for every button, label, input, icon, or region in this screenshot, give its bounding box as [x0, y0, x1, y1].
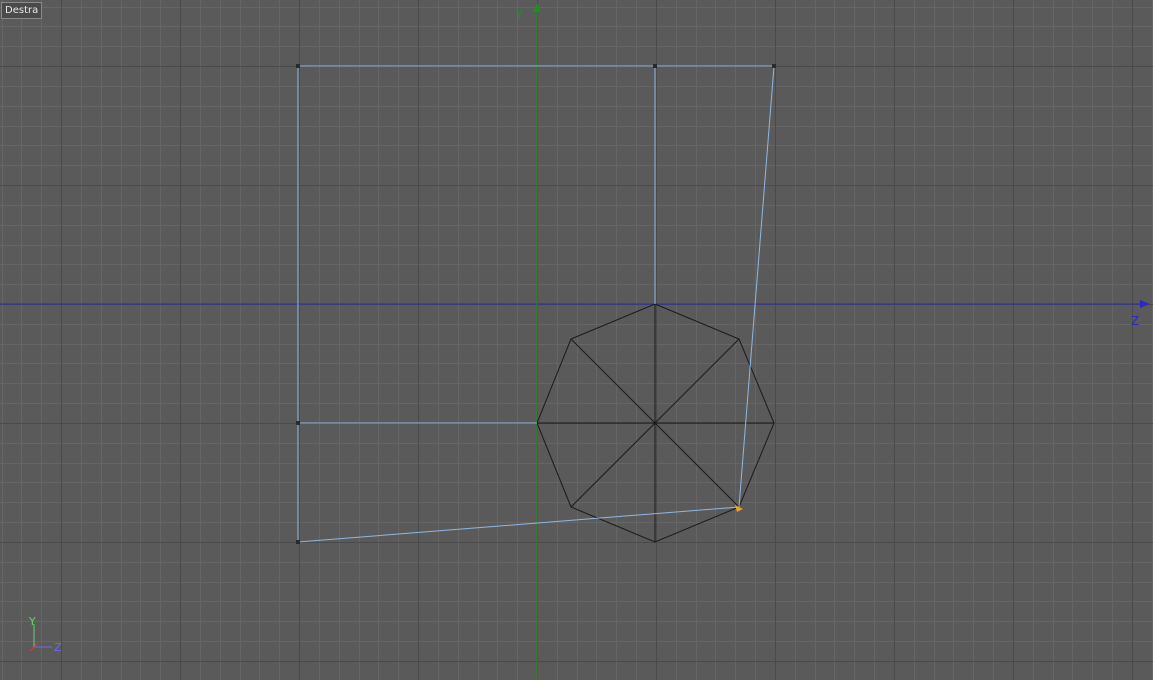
viewport-title[interactable]: Destra: [1, 2, 43, 19]
grid-major: [0, 0, 1153, 680]
y-axis-label: Y: [515, 8, 524, 22]
vertex-point[interactable]: [653, 64, 657, 68]
viewport-right[interactable]: Z Y Y Z Destra: [0, 0, 1153, 680]
axis-gizmo: Y Z: [28, 615, 62, 654]
grid-minor: [0, 0, 1153, 680]
vertex-point[interactable]: [772, 64, 776, 68]
gizmo-y-label: Y: [28, 615, 36, 628]
vertex-point[interactable]: [296, 421, 300, 425]
vertex-point[interactable]: [296, 540, 300, 544]
viewport-canvas[interactable]: Z Y Y Z: [0, 0, 1153, 680]
vertex-point[interactable]: [296, 64, 300, 68]
z-axis-arrow: [1140, 300, 1150, 308]
octagon-mesh[interactable]: [536, 303, 775, 543]
gizmo-z-label: Z: [54, 641, 62, 654]
z-axis-label: Z: [1131, 314, 1139, 328]
